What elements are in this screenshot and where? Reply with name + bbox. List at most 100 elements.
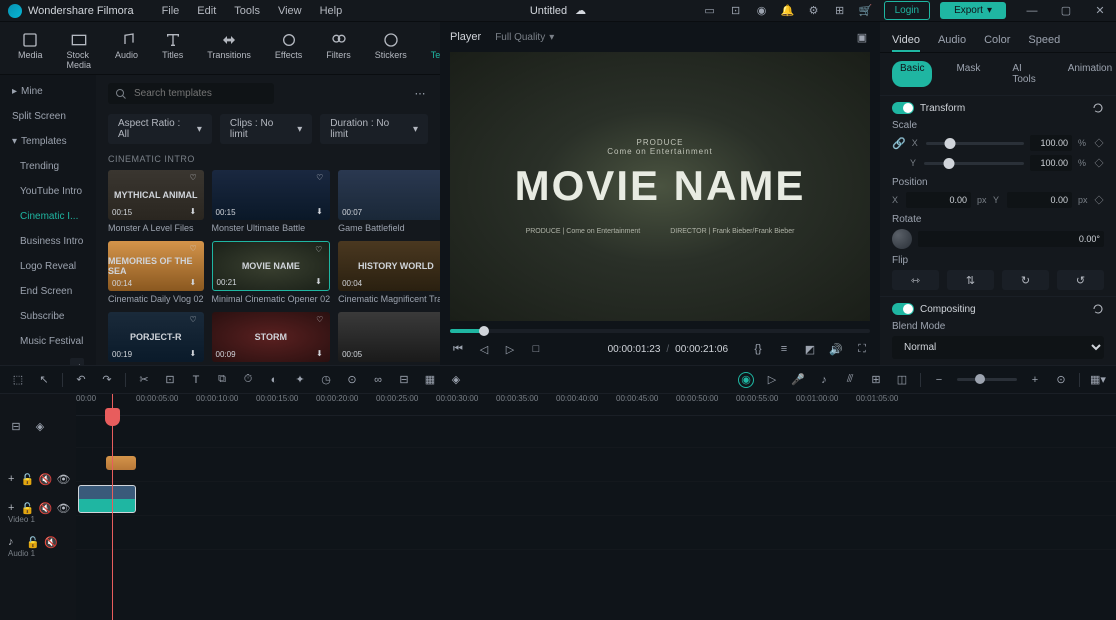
tab-stock[interactable]: Stock Media	[57, 28, 102, 74]
subtab-ai[interactable]: AI Tools	[1004, 61, 1043, 87]
sidebar-item-music[interactable]: Music Festival	[0, 329, 96, 354]
subtab-animation[interactable]: Animation	[1060, 61, 1116, 87]
template-card[interactable]: HISTORY WORLD00:04⬇♡Cinematic Magnificen…	[338, 241, 440, 304]
scale-x-input[interactable]	[1030, 135, 1072, 151]
play-icon[interactable]: ▷	[502, 341, 518, 357]
blend-select[interactable]: Normal	[892, 336, 1104, 359]
mute-icon[interactable]: 🔇	[38, 473, 50, 485]
tl-timer-icon[interactable]: ◷	[318, 372, 334, 388]
scale-y-slider[interactable]	[924, 162, 1024, 165]
tl-undo-icon[interactable]: ↶	[73, 372, 89, 388]
tl-redo-icon[interactable]: ↷	[99, 372, 115, 388]
tl-cut-icon[interactable]: ✂	[136, 372, 152, 388]
tab-audio-r[interactable]: Audio	[938, 30, 966, 52]
step-back-icon[interactable]: ◁	[476, 341, 492, 357]
menu-tools[interactable]: Tools	[234, 5, 260, 17]
track-marker-icon[interactable]: ◈	[32, 418, 48, 434]
template-card[interactable]: PORJECT-R00:19⬇♡Cinematic Opener 01	[108, 312, 204, 365]
apps-icon[interactable]: ⊞	[832, 3, 848, 19]
link-icon[interactable]: 🔗	[892, 137, 906, 150]
tab-color[interactable]: Color	[984, 30, 1010, 52]
marker-icon[interactable]: {}	[750, 341, 766, 357]
flip-v-button[interactable]: ⇅	[947, 270, 994, 290]
settings-icon[interactable]: ◩	[802, 341, 818, 357]
mute-icon[interactable]: 🔇	[38, 502, 50, 514]
tl-mixer-icon[interactable]: ⫻	[842, 372, 858, 388]
tl-link-icon[interactable]: ∞	[370, 372, 386, 388]
tl-render-icon[interactable]: ▦	[422, 372, 438, 388]
collapse-icon[interactable]: ◂	[70, 358, 84, 365]
compositing-toggle[interactable]	[892, 303, 914, 315]
maximize-icon[interactable]: ▢	[1058, 3, 1074, 19]
cart-icon[interactable]: 🛒	[858, 3, 874, 19]
split-view-icon[interactable]: ≡	[776, 341, 792, 357]
subtab-mask[interactable]: Mask	[948, 61, 988, 87]
scale-x-slider[interactable]	[926, 142, 1024, 145]
audio-track-icon[interactable]: ♪	[8, 536, 20, 548]
sidebar-item-logo[interactable]: Logo Reveal	[0, 254, 96, 279]
tl-play2-icon[interactable]: ▷	[764, 372, 780, 388]
tab-transitions[interactable]: Transitions	[197, 28, 261, 74]
subtab-basic[interactable]: Basic	[892, 61, 932, 87]
tl-group-icon[interactable]: ⊟	[396, 372, 412, 388]
tl-mic-icon[interactable]: 🎤	[790, 372, 806, 388]
device-icon[interactable]: ▭	[702, 3, 718, 19]
video-clip[interactable]	[78, 485, 136, 513]
add-track-icon[interactable]: +	[8, 473, 14, 485]
transform-toggle[interactable]	[892, 102, 914, 114]
playhead[interactable]	[112, 394, 113, 620]
template-card[interactable]: MOVIE NAME00:21⬇♡Minimal Cinematic Opene…	[212, 241, 331, 304]
tl-pointer-icon[interactable]: ↖	[36, 372, 52, 388]
tl-text-icon[interactable]: T	[188, 372, 204, 388]
tl-adjust-icon[interactable]: ⊞	[868, 372, 884, 388]
pos-x-input[interactable]	[906, 192, 971, 208]
tab-titles[interactable]: Titles	[152, 28, 193, 74]
sidebar-item-end[interactable]: End Screen	[0, 279, 96, 304]
sidebar-item-subscribe[interactable]: Subscribe	[0, 304, 96, 329]
tl-color-icon[interactable]: ◐	[266, 372, 282, 388]
pos-y-input[interactable]	[1007, 192, 1072, 208]
reset-compositing-icon[interactable]	[1092, 303, 1104, 315]
minimize-icon[interactable]: —	[1024, 3, 1040, 19]
menu-help[interactable]: Help	[320, 5, 343, 17]
lock-icon[interactable]: 🔓	[20, 502, 32, 514]
tab-media[interactable]: Media	[8, 28, 53, 74]
filter-duration[interactable]: Duration : No limit ▾	[320, 114, 428, 144]
template-card[interactable]: 00:07⬇♡Game Battlefield	[338, 170, 440, 233]
flip-h-button[interactable]: ⇿	[892, 270, 939, 290]
more-icon[interactable]: ⋯	[412, 86, 428, 102]
keyframe-icon[interactable]	[1094, 158, 1104, 168]
scale-y-input[interactable]	[1030, 155, 1072, 171]
template-card[interactable]: MYTHICAL ANIMAL00:15⬇♡Monster A Level Fi…	[108, 170, 204, 233]
sidebar-item-templates[interactable]: ▾ Templates	[0, 129, 96, 154]
reset-transform-icon[interactable]	[1092, 102, 1104, 114]
tab-video[interactable]: Video	[892, 30, 920, 52]
timeline-ruler[interactable]: 00:0000:00:05:0000:00:10:0000:00:15:0000…	[76, 394, 1116, 416]
lock-icon[interactable]: 🔓	[26, 536, 38, 548]
template-card[interactable]: STORM00:09⬇♡Cinematic Sci Fi Intro 01	[212, 312, 331, 365]
zoom-in-icon[interactable]: +	[1027, 372, 1043, 388]
text-clip[interactable]	[106, 456, 136, 470]
volume-icon[interactable]: 🔊	[828, 341, 844, 357]
eye-icon[interactable]: 👁	[56, 473, 68, 485]
tl-mark-icon[interactable]: ◈	[448, 372, 464, 388]
template-card[interactable]: 00:05⬇♡Stock Film Opener	[338, 312, 440, 365]
login-button[interactable]: Login	[884, 1, 930, 20]
tl-grid-icon[interactable]: ▦▾	[1090, 372, 1106, 388]
zoom-slider[interactable]	[957, 378, 1017, 381]
sidebar-item-business[interactable]: Business Intro	[0, 229, 96, 254]
cloud-sync-icon[interactable]: ◉	[754, 3, 770, 19]
menu-edit[interactable]: Edit	[197, 5, 216, 17]
zoom-fit-icon[interactable]: ⊙	[1053, 372, 1069, 388]
prev-frame-icon[interactable]: ⏮	[450, 341, 466, 357]
filter-aspect[interactable]: Aspect Ratio : All ▾	[108, 114, 212, 144]
filter-clips[interactable]: Clips : No limit ▾	[220, 114, 312, 144]
keyframe-icon[interactable]	[1094, 138, 1104, 148]
rotate-ccw-button[interactable]: ↺	[1057, 270, 1104, 290]
rotate-knob[interactable]	[892, 229, 912, 249]
menu-file[interactable]: File	[162, 5, 180, 17]
tl-snap-icon[interactable]: ◫	[894, 372, 910, 388]
export-button[interactable]: Export▾	[940, 2, 1006, 19]
tab-speed[interactable]: Speed	[1028, 30, 1060, 52]
mute-icon[interactable]: 🔇	[44, 536, 56, 548]
